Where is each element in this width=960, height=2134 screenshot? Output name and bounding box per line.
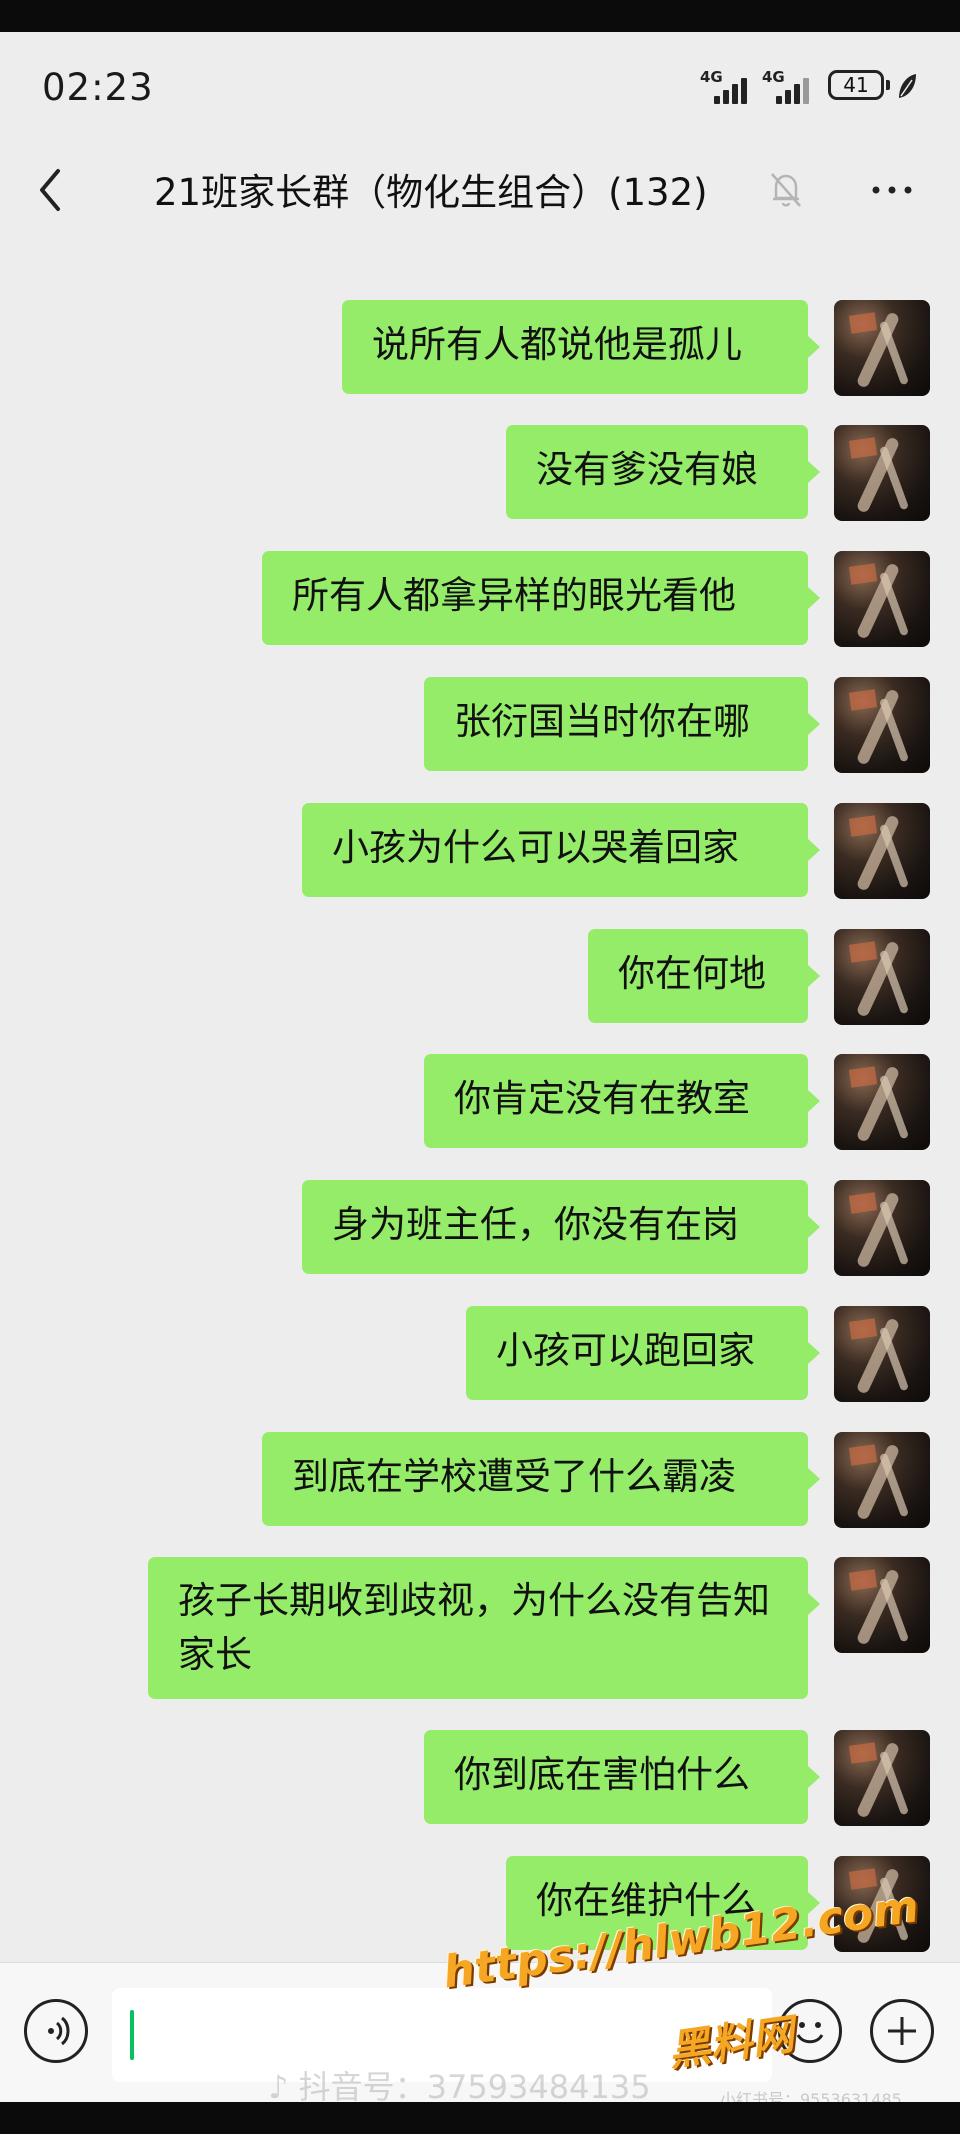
message-bubble[interactable]: 到底在学校遭受了什么霸凌 (262, 1432, 808, 1526)
bottom-black-bar (0, 2102, 960, 2134)
message-bubble[interactable]: 小孩可以跑回家 (466, 1306, 808, 1400)
bubble-tail (808, 336, 820, 358)
message-bubble[interactable]: 你到底在害怕什么 (424, 1730, 808, 1824)
message-bubble[interactable]: 你肯定没有在教室 (424, 1054, 808, 1148)
message-bubble[interactable]: 孩子长期收到歧视，为什么没有告知家长 (148, 1557, 808, 1699)
sender-avatar[interactable] (834, 1557, 930, 1653)
bubble-tail (808, 1593, 820, 1615)
sender-avatar[interactable] (834, 1054, 930, 1150)
bubble-tail (808, 461, 820, 483)
bubble-tail (808, 839, 820, 861)
battery-nub (886, 80, 890, 90)
bubble-tail (808, 965, 820, 987)
top-black-bar (0, 0, 960, 32)
bubble-tail (808, 1216, 820, 1238)
sender-avatar[interactable] (834, 300, 930, 396)
sender-avatar[interactable] (834, 1306, 930, 1402)
message-bubble[interactable]: 你在何地 (588, 929, 808, 1023)
sender-avatar[interactable] (834, 425, 930, 521)
signal-icon: 4G (700, 68, 760, 106)
more-dots-icon[interactable] (866, 174, 918, 206)
leaf-icon (899, 74, 916, 98)
bubble-tail (808, 713, 820, 735)
message-bubble[interactable]: 身为班主任，你没有在岗 (302, 1180, 808, 1274)
sender-avatar[interactable] (834, 677, 930, 773)
bubble-tail (808, 1090, 820, 1112)
status-time: 02:23 (42, 66, 154, 109)
bubble-tail (808, 1342, 820, 1364)
signal-icon-2: 4G (762, 68, 822, 106)
bubble-tail (808, 587, 820, 609)
message-bubble[interactable]: 张衍国当时你在哪 (424, 677, 808, 771)
sender-avatar[interactable] (834, 1432, 930, 1528)
chevron-left-icon[interactable] (30, 165, 70, 215)
plus-icon (888, 2017, 916, 2045)
message-bubble[interactable]: 说所有人都说他是孤儿 (342, 300, 808, 394)
bell-off-icon (771, 173, 801, 207)
sender-avatar[interactable] (834, 929, 930, 1025)
sender-avatar[interactable] (834, 803, 930, 899)
sender-avatar[interactable] (834, 1180, 930, 1276)
voice-button[interactable] (24, 1999, 88, 2063)
page-title: 21班家长群（物化生组合）(132) (154, 171, 708, 214)
bubble-tail (808, 1468, 820, 1490)
bubble-tail (808, 1766, 820, 1788)
plus-button[interactable] (870, 1999, 934, 2063)
battery-level: 41 (843, 73, 869, 97)
text-cursor (130, 2010, 134, 2060)
sender-avatar[interactable] (834, 1730, 930, 1826)
sender-avatar[interactable] (834, 551, 930, 647)
message-bubble[interactable]: 小孩为什么可以哭着回家 (302, 803, 808, 897)
voice-icon (48, 2016, 70, 2046)
battery-icon: 41 (828, 70, 884, 100)
message-bubble[interactable]: 所有人都拿异样的眼光看他 (262, 551, 808, 645)
message-bubble[interactable]: 没有爹没有娘 (506, 425, 808, 519)
